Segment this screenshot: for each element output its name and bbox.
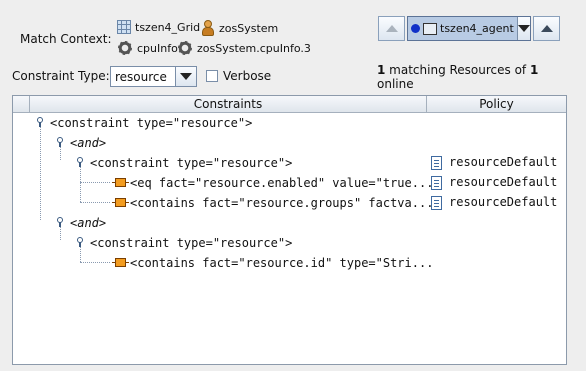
tree-node-icon[interactable]	[35, 117, 45, 127]
constraints-panel: { "match_context": { "label": "Match Con…	[0, 0, 586, 371]
tree-leaf-icon	[112, 178, 129, 187]
tree-node-icon[interactable]	[75, 237, 85, 247]
constraint-type-dropdown-button[interactable]	[175, 67, 196, 86]
tree-row-contains[interactable]: <contains fact="resource.groups" factva.…	[130, 194, 433, 212]
tree-connector	[80, 202, 110, 203]
next-agent-button[interactable]	[533, 16, 560, 41]
agent-dropdown-button[interactable]	[516, 17, 530, 40]
context-item-cpuinfo-3[interactable]: zosSystem.cpuInfo.3	[177, 40, 311, 56]
grid-icon	[117, 20, 131, 34]
policy-document-icon	[431, 196, 442, 210]
verbose-toggle[interactable]: Verbose	[206, 69, 271, 83]
table-header: Constraints Policy	[13, 96, 566, 113]
tree-node-icon[interactable]	[55, 137, 65, 147]
policy-cell[interactable]: resourceDefault	[449, 195, 557, 209]
tree-connector	[80, 167, 81, 202]
gear-icon	[117, 40, 133, 56]
tree-leaf-icon	[112, 198, 129, 207]
verbose-label: Verbose	[223, 69, 272, 83]
tree-row-constraint[interactable]: <constraint type="resource">	[50, 114, 252, 132]
arrow-up-icon	[385, 25, 398, 32]
context-item-grid[interactable]: tszen4_Grid	[117, 20, 200, 34]
match-context-label: Match Context:	[20, 32, 112, 46]
column-header-constraints[interactable]: Constraints	[30, 96, 427, 112]
tree-connector	[40, 127, 41, 220]
constraint-type-select[interactable]: resource	[110, 66, 197, 87]
tree-connector	[80, 262, 110, 263]
tree-connector	[60, 147, 61, 160]
tree-node-icon[interactable]	[55, 217, 65, 227]
tree-leaf-icon	[112, 258, 129, 267]
context-item-cpuinfo[interactable]: cpuInfo	[117, 40, 178, 56]
tree-row-eq[interactable]: <eq fact="resource.enabled" value="true.…	[130, 174, 433, 192]
tree-row-constraint[interactable]: <constraint type="resource">	[90, 234, 292, 252]
context-item-system[interactable]: zosSystem	[201, 20, 278, 36]
computer-icon	[423, 22, 437, 35]
tree-connector	[60, 227, 61, 240]
gear-icon	[177, 40, 193, 56]
agent-combo[interactable]: tszen4_agent	[407, 16, 531, 41]
constraint-type-label: Constraint Type:	[12, 69, 110, 83]
policy-document-icon	[431, 156, 442, 170]
tree-row-contains[interactable]: <contains fact="resource.id" type="Stri.…	[130, 254, 433, 272]
chevron-down-icon	[180, 73, 192, 80]
tree-row-and[interactable]: <and>	[70, 214, 106, 232]
verbose-checkbox[interactable]	[206, 70, 218, 82]
policy-document-icon	[431, 176, 442, 190]
previous-agent-button[interactable]	[378, 16, 405, 41]
column-header-policy[interactable]: Policy	[427, 96, 566, 112]
tree-row-constraint[interactable]: <constraint type="resource">	[90, 154, 292, 172]
policy-cell[interactable]: resourceDefault	[449, 155, 557, 169]
tree-node-icon[interactable]	[75, 157, 85, 167]
agent-icon	[201, 20, 215, 36]
status-dot-icon	[411, 24, 420, 33]
constraints-table[interactable]: Constraints Policy <constraint type="res…	[12, 95, 567, 365]
tree-connector	[80, 247, 81, 262]
tree-row-and[interactable]: <and>	[70, 134, 106, 152]
match-summary: 1 matching Resources of 1 online	[377, 63, 539, 91]
arrow-up-icon	[540, 25, 553, 32]
chevron-down-icon	[517, 25, 530, 32]
policy-cell[interactable]: resourceDefault	[449, 175, 557, 189]
tree-connector	[80, 182, 110, 183]
